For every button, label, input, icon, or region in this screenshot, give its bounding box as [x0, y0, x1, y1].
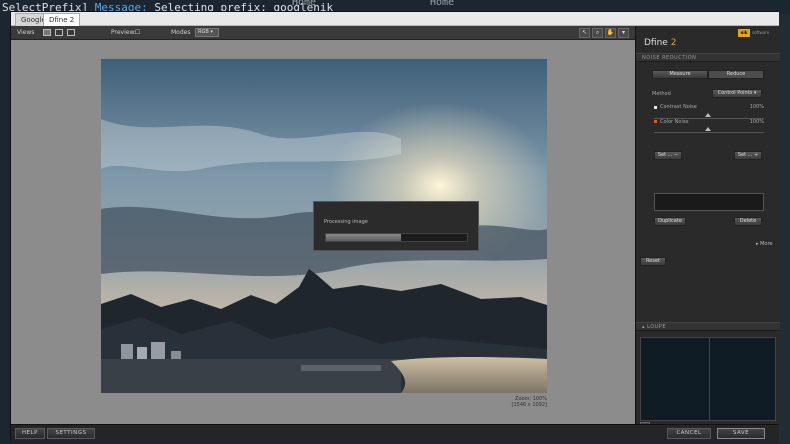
control-points-list[interactable]: [654, 193, 764, 211]
color-noise-swatch: [654, 120, 657, 123]
modes-label: Modes: [171, 29, 191, 36]
image-size-text: [1546 x 1092]: [511, 402, 548, 408]
loupe-split-line[interactable]: [709, 338, 710, 420]
plus-icon: +: [753, 152, 759, 158]
minus-icon: −: [673, 152, 679, 158]
loupe-preview[interactable]: [640, 337, 776, 421]
cancel-button[interactable]: CANCEL: [667, 428, 711, 439]
preview-label: Preview:: [111, 29, 137, 36]
processing-progress-bar: [325, 233, 468, 242]
color-noise-label: Color Noise: [660, 119, 689, 125]
modes-select[interactable]: RGB ▾: [195, 28, 219, 37]
side-by-side-view-icon[interactable]: [67, 29, 75, 36]
color-noise-value: 100%: [749, 119, 764, 125]
color-noise-slider[interactable]: [654, 132, 764, 133]
reset-button[interactable]: Reset: [640, 257, 666, 266]
dfine-window: Google Dfine 2 Views Preview: ☐ Modes RG…: [10, 11, 780, 442]
collapse-icon: ▴: [642, 324, 646, 330]
duplicate-button[interactable]: Duplicate: [654, 217, 686, 226]
contrast-noise-value: 100%: [749, 104, 764, 110]
tab-bar: Google Dfine 2: [11, 12, 779, 26]
background-home-label: Home: [292, 0, 317, 8]
help-button[interactable]: HELP: [15, 428, 45, 439]
processing-dialog-title: Processing image: [324, 219, 368, 225]
more-toggle[interactable]: ▸ More: [756, 241, 773, 247]
delete-button[interactable]: Delete: [734, 217, 762, 226]
settings-button[interactable]: SETTINGS: [47, 428, 95, 439]
triangle-right-icon: ▸: [756, 241, 759, 247]
save-button[interactable]: SAVE: [717, 428, 765, 439]
nik-logo-text: software: [752, 30, 770, 35]
contrast-noise-label: Contrast Noise: [660, 104, 697, 110]
add-control-point-button[interactable]: Set ... −: [654, 151, 682, 160]
color-noise-slider-thumb[interactable]: [705, 127, 711, 131]
hand-tool-icon[interactable]: ✋: [605, 28, 616, 38]
background-editor-edge: [778, 14, 790, 444]
split-view-icon[interactable]: [55, 29, 63, 36]
processing-progress-fill: [326, 234, 401, 241]
tab-dfine[interactable]: Dfine 2: [43, 13, 81, 26]
noise-reduction-header[interactable]: NOISE REDUCTION: [636, 53, 780, 62]
preview-toolbar: Views Preview: ☐ Modes RGB ▾ ↖ ⌕ ✋ ▾: [11, 26, 635, 40]
loupe-header[interactable]: ▴ LOUPE: [636, 322, 780, 331]
method-label: Method: [652, 91, 671, 97]
zoom-tool-icon[interactable]: ⌕: [592, 28, 603, 38]
zoom-info: Zoom: 100% [1546 x 1092]: [511, 396, 548, 408]
preview-canvas[interactable]: Processing image Zoom: 100% [1546 x 1092…: [11, 40, 635, 424]
reduce-button[interactable]: Reduce: [708, 70, 764, 79]
pointer-tool-icon[interactable]: ↖: [579, 28, 590, 38]
contrast-noise-slider-thumb[interactable]: [705, 113, 711, 117]
background-home-label-2: Home: [430, 0, 455, 8]
single-view-icon[interactable]: [43, 29, 51, 36]
views-label: Views: [17, 29, 35, 36]
processing-dialog: Processing image: [313, 201, 479, 251]
bottom-bar: HELP SETTINGS CANCEL SAVE: [11, 424, 779, 442]
add-control-point-plus-button[interactable]: Set ... +: [734, 151, 762, 160]
measure-button[interactable]: Measure: [652, 70, 708, 79]
menu-tool-icon[interactable]: ▾: [618, 28, 629, 38]
contrast-noise-swatch: [654, 106, 657, 109]
control-sidebar: nik software Dfine 2 NOISE REDUCTION Mea…: [635, 26, 780, 428]
method-select[interactable]: Control Points ▾: [712, 89, 762, 98]
preview-checkbox-icon[interactable]: ☐: [135, 29, 140, 37]
nik-logo: nik: [738, 29, 750, 37]
background-terminal-edge: [0, 14, 10, 444]
app-title: Dfine 2: [644, 38, 677, 48]
